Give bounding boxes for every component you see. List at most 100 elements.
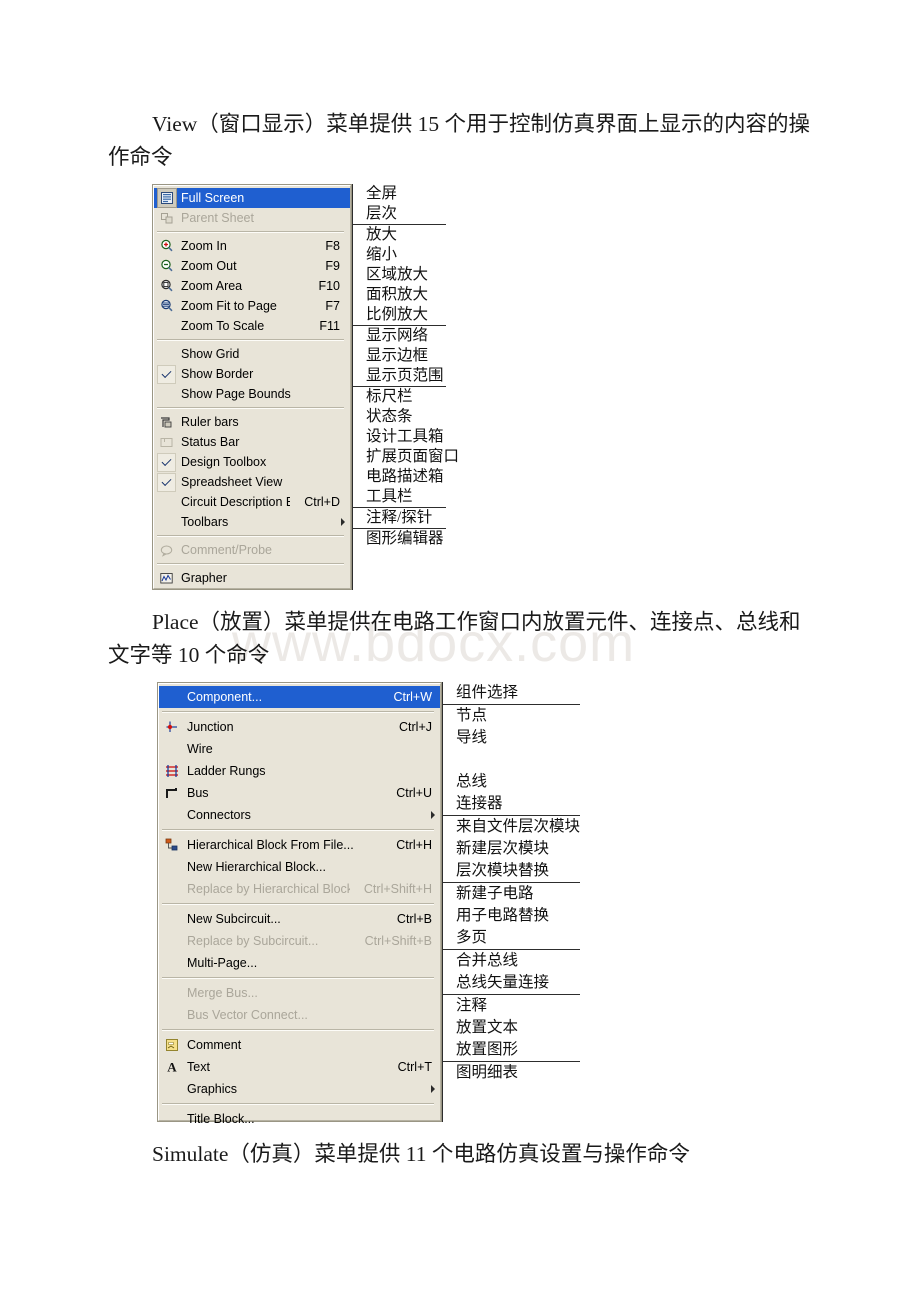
menu-item-label: Ladder Rungs bbox=[187, 764, 266, 778]
paragraph-place-intro-text: Place（放置）菜单提供在电路工作窗口内放置元件、连接点、总线和文字等 10 … bbox=[108, 610, 801, 667]
menu-item-gutter bbox=[161, 858, 182, 876]
menu-item-hierarchical-block-from-file[interactable]: Hierarchical Block From File... Ctrl+H bbox=[159, 834, 440, 856]
menu-item-zoom-to-scale[interactable]: Zoom To Scale F11 bbox=[154, 316, 350, 336]
menu-item-spreadsheet-view[interactable]: Spreadsheet View bbox=[154, 472, 350, 492]
menu-item-ruler-bars[interactable]: Ruler bars bbox=[154, 412, 350, 432]
menu-item-accel: Ctrl+Shift+H bbox=[363, 882, 432, 896]
svg-text:A: A bbox=[167, 1060, 177, 1074]
menu-item-bus-vector-connect[interactable]: Bus Vector Connect... bbox=[159, 1004, 440, 1026]
menu-item-accel: F7 bbox=[325, 299, 340, 313]
translation-row: 合并总线 bbox=[456, 952, 519, 969]
menu-item-accel: Ctrl+W bbox=[393, 690, 432, 704]
submenu-arrow-icon bbox=[431, 1085, 435, 1093]
menu-item-gutter bbox=[156, 188, 177, 208]
menu-item-label: Zoom Area bbox=[181, 279, 243, 293]
menu-item-multi-page[interactable]: Multi-Page... bbox=[159, 952, 440, 974]
menu-separator bbox=[157, 407, 344, 409]
menu-item-gutter bbox=[156, 297, 177, 315]
menu-item-replace-by-subcircuit[interactable]: Replace by Subcircuit... Ctrl+Shift+B bbox=[159, 930, 440, 952]
menu-item-ladder-rungs[interactable]: Ladder Rungs bbox=[159, 760, 440, 782]
menu-item-zoom-out[interactable]: Zoom Out F9 bbox=[154, 256, 350, 276]
menu-item-wire[interactable]: Wire bbox=[159, 738, 440, 760]
menu-item-accel: F8 bbox=[325, 239, 340, 253]
menu-item-zoom-in[interactable]: Zoom In F8 bbox=[154, 236, 350, 256]
status-bar-icon bbox=[160, 436, 173, 449]
junction-icon bbox=[165, 720, 179, 734]
menu-item-graphics[interactable]: Graphics bbox=[159, 1078, 440, 1100]
translation-row: 标尺栏 bbox=[366, 388, 413, 405]
menu-item-label: Comment bbox=[187, 1038, 242, 1052]
translation-row: 比例放大 bbox=[366, 306, 429, 323]
menu-item-junction[interactable]: Junction Ctrl+J bbox=[159, 716, 440, 738]
text-icon: A bbox=[165, 1060, 179, 1074]
translation-group: 图形编辑器 bbox=[353, 529, 446, 549]
ladder-rungs-icon bbox=[165, 764, 179, 778]
paragraph-view-intro: View（窗口显示）菜单提供 15 个用于控制仿真界面上显示的内容的操作命令 bbox=[108, 108, 812, 174]
menu-item-comment[interactable]: Comment bbox=[159, 1034, 440, 1056]
menu-item-connectors[interactable]: Connectors bbox=[159, 804, 440, 826]
menu-item-label: New Hierarchical Block... bbox=[187, 860, 326, 874]
menu-item-label: Replace by Subcircuit... bbox=[187, 934, 319, 948]
translation-row: 显示网络 bbox=[366, 327, 429, 344]
menu-item-accel: F9 bbox=[325, 259, 340, 273]
menu-item-replace-by-hierarchical-block[interactable]: Replace by Hierarchical Block... Ctrl+Sh… bbox=[159, 878, 440, 900]
menu-item-gutter bbox=[156, 277, 177, 295]
ruler-bars-icon bbox=[160, 416, 173, 429]
parent-sheet-icon bbox=[158, 209, 176, 227]
translation-group: 放大 缩小 区域放大 面积放大 比例放大 bbox=[353, 225, 446, 326]
menu-item-circuit-description-box[interactable]: Circuit Description Box Ctrl+D bbox=[154, 492, 350, 512]
menu-item-zoom-fit-to-page[interactable]: Zoom Fit to Page F7 bbox=[154, 296, 350, 316]
menu-item-status-bar[interactable]: Status Bar bbox=[154, 432, 350, 452]
menu-item-comment-probe[interactable]: Comment/Probe bbox=[154, 540, 350, 560]
place-menu-panel[interactable]: Component... Ctrl+W Junction Ctrl+J Wire bbox=[157, 682, 442, 1126]
menu-item-title-block[interactable]: Title Block... bbox=[159, 1108, 440, 1130]
menu-item-label: Comment/Probe bbox=[181, 543, 273, 557]
checkmark-icon bbox=[157, 452, 176, 472]
menu-item-zoom-area[interactable]: Zoom Area F10 bbox=[154, 276, 350, 296]
menu-item-full-screen[interactable]: Full Screen bbox=[154, 188, 350, 208]
menu-item-show-border[interactable]: Show Border bbox=[154, 364, 350, 384]
translation-row: 层次 bbox=[366, 205, 398, 222]
menu-item-label: New Subcircuit... bbox=[187, 912, 281, 926]
menu-item-design-toolbox[interactable]: Design Toolbox bbox=[154, 452, 350, 472]
menu-item-text[interactable]: A Text Ctrl+T bbox=[159, 1056, 440, 1078]
menu-item-gutter bbox=[161, 910, 182, 928]
menu-item-accel: Ctrl+U bbox=[396, 786, 432, 800]
menu-item-grapher[interactable]: Grapher bbox=[154, 568, 350, 588]
menu-item-gutter bbox=[161, 1080, 182, 1098]
translation-row: 全屏 bbox=[366, 185, 398, 202]
menu-item-gutter bbox=[156, 317, 177, 335]
menu-item-bus[interactable]: Bus Ctrl+U bbox=[159, 782, 440, 804]
menu-item-new-hierarchical-block[interactable]: New Hierarchical Block... bbox=[159, 856, 440, 878]
menu-item-label: Merge Bus... bbox=[187, 986, 258, 1000]
menu-item-gutter bbox=[161, 954, 182, 972]
menu-item-gutter bbox=[161, 1036, 182, 1054]
menu-item-show-page-bounds[interactable]: Show Page Bounds bbox=[154, 384, 350, 404]
translation-row: 节点 bbox=[456, 707, 488, 724]
menu-separator bbox=[162, 903, 434, 905]
translation-row: 图形编辑器 bbox=[366, 530, 444, 547]
menu-item-gutter bbox=[156, 413, 177, 431]
menu-item-component[interactable]: Component... Ctrl+W bbox=[159, 686, 440, 708]
menu-item-gutter bbox=[156, 257, 177, 275]
menu-item-parent-sheet[interactable]: Parent Sheet bbox=[154, 208, 350, 228]
menu-item-gutter bbox=[161, 836, 182, 854]
menu-item-label: Spreadsheet View bbox=[181, 475, 283, 489]
menu-item-gutter bbox=[161, 984, 182, 1002]
menu-item-gutter bbox=[156, 433, 177, 451]
menu-item-accel: Ctrl+B bbox=[396, 912, 432, 926]
translation-row: 用子电路替换 bbox=[456, 907, 550, 924]
menu-item-label: Show Page Bounds bbox=[181, 387, 291, 401]
submenu-arrow-icon bbox=[341, 518, 345, 526]
menu-item-label: Component... bbox=[187, 690, 263, 704]
menu-item-show-grid[interactable]: Show Grid bbox=[154, 344, 350, 364]
menu-item-gutter bbox=[156, 452, 177, 472]
menu-item-merge-bus[interactable]: Merge Bus... bbox=[159, 982, 440, 1004]
menu-item-toolbars[interactable]: Toolbars bbox=[154, 512, 350, 532]
translation-box: 组件选择 节点 导线 总线 连接器 来自文件层次模块 新建层次模块 层次模块替换… bbox=[442, 682, 580, 1122]
translation-row: 状态条 bbox=[366, 408, 413, 425]
menu-item-gutter bbox=[161, 932, 182, 950]
menu-separator bbox=[157, 231, 344, 233]
menu-item-new-subcircuit[interactable]: New Subcircuit... Ctrl+B bbox=[159, 908, 440, 930]
view-menu-panel[interactable]: Full Screen Parent Sheet Zoom In F8 Zoom… bbox=[152, 184, 352, 590]
